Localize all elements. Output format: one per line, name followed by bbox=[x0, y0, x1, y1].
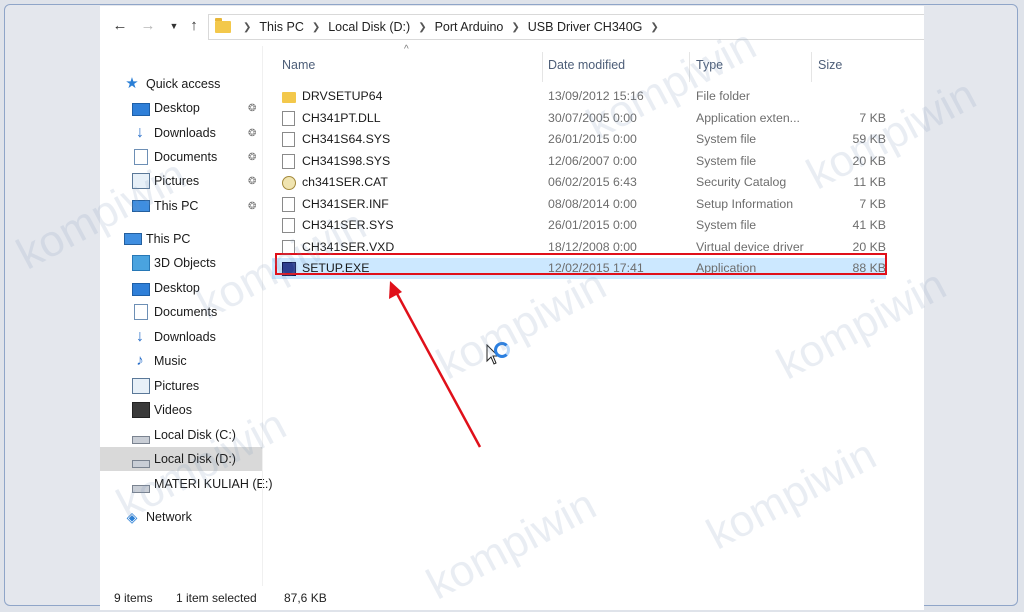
arrow-head-icon bbox=[389, 281, 402, 299]
annotation-arrow bbox=[389, 281, 482, 448]
busy-spinner-icon bbox=[494, 342, 510, 358]
arrow-line bbox=[393, 289, 482, 448]
